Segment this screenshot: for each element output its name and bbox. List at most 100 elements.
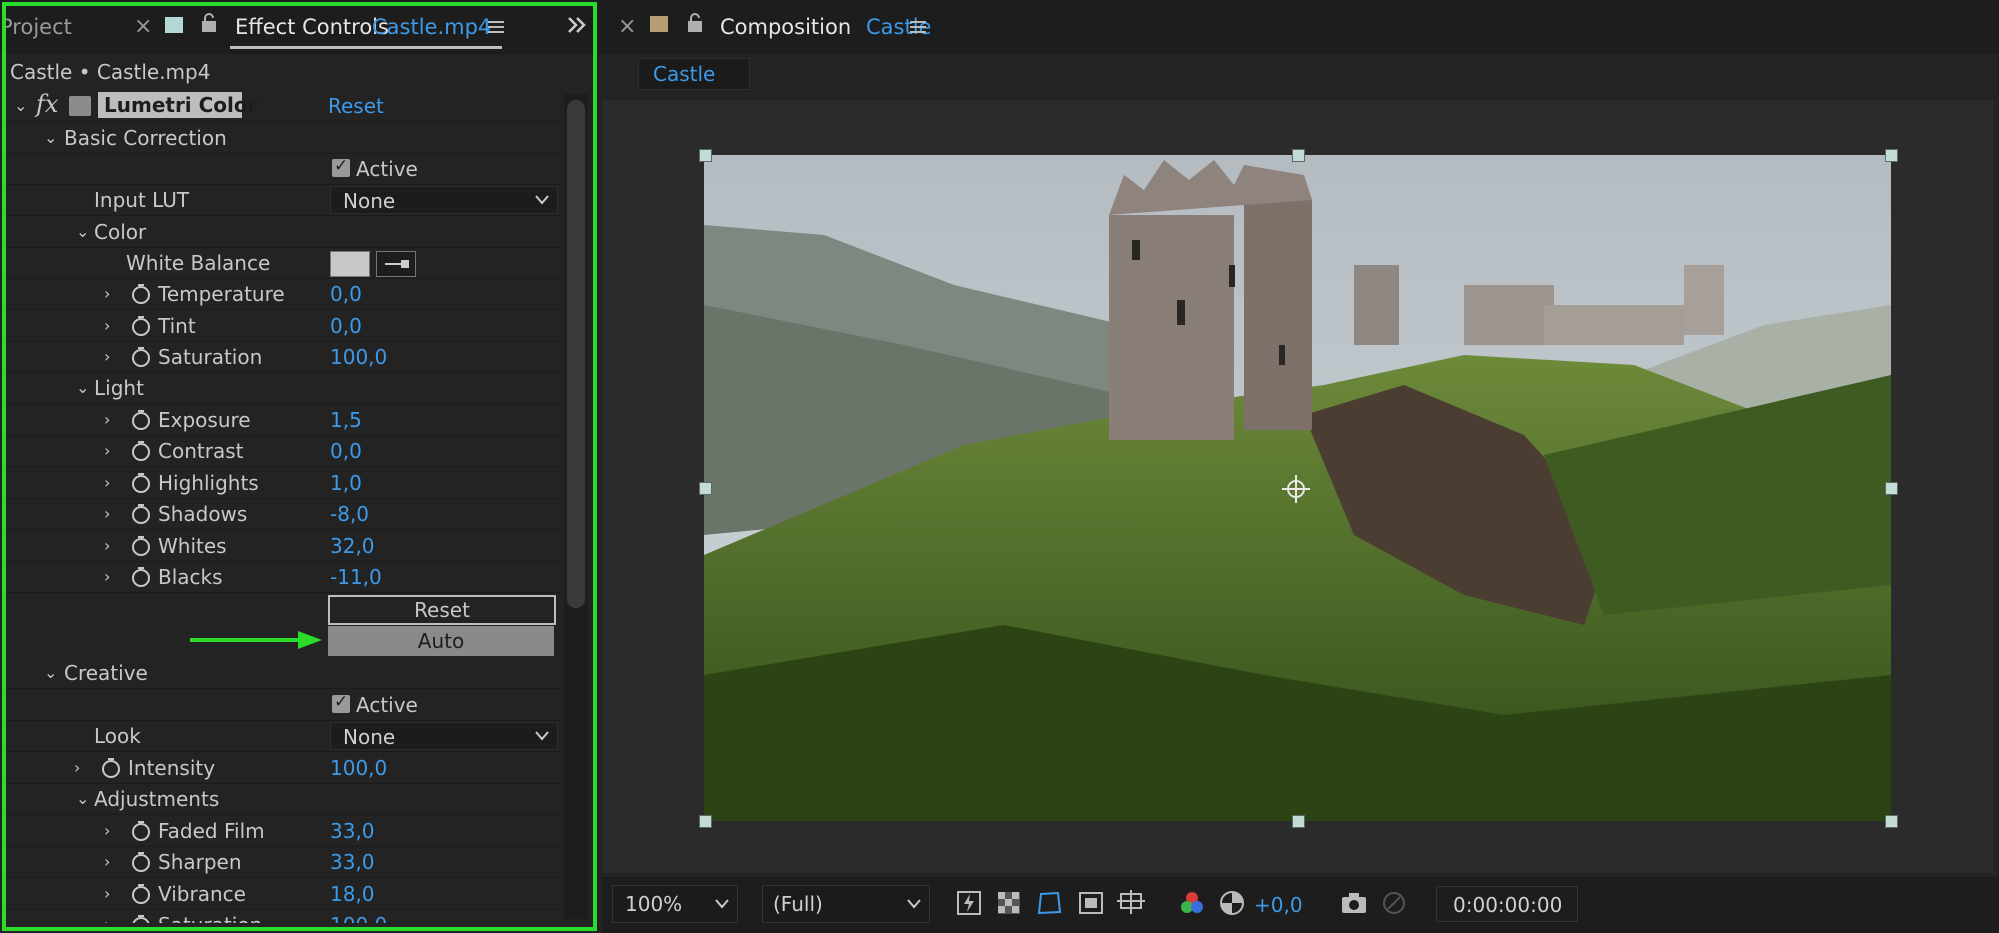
- param-value[interactable]: 100,0: [330, 913, 387, 923]
- stopwatch-icon[interactable]: [130, 914, 152, 923]
- chevron-right-icon[interactable]: ›: [104, 347, 122, 366]
- fx-icon[interactable]: fx: [36, 90, 58, 118]
- look-dropdown[interactable]: None: [330, 722, 558, 750]
- transparency-grid-icon[interactable]: [996, 890, 1022, 916]
- param-value[interactable]: 1,0: [330, 471, 362, 495]
- input-lut-dropdown[interactable]: None: [330, 186, 558, 214]
- creative-active-checkbox[interactable]: ✓: [332, 692, 350, 713]
- close-tab-icon[interactable]: ×: [618, 14, 636, 39]
- chevron-right-icon[interactable]: ›: [104, 504, 122, 523]
- chevron-right-icon[interactable]: ›: [104, 441, 122, 460]
- stopwatch-icon[interactable]: [130, 472, 152, 494]
- chevron-right-icon[interactable]: ›: [104, 884, 122, 903]
- stopwatch-icon[interactable]: [130, 566, 152, 588]
- param-value[interactable]: -11,0: [330, 565, 382, 589]
- effect-reset-link[interactable]: Reset: [328, 94, 384, 118]
- stopwatch-icon[interactable]: [130, 409, 152, 431]
- param-value[interactable]: 0,0: [330, 314, 362, 338]
- param-value[interactable]: 0,0: [330, 282, 362, 306]
- effect-name[interactable]: Lumetri Color: [104, 93, 258, 117]
- show-snapshot-icon[interactable]: [1380, 889, 1408, 917]
- param-value[interactable]: 1,5: [330, 408, 362, 432]
- stopwatch-icon[interactable]: [130, 535, 152, 557]
- param-value[interactable]: -8,0: [330, 502, 369, 526]
- exposure-value[interactable]: +0,0: [1254, 893, 1303, 917]
- color-group-row[interactable]: ⌄ Color: [6, 216, 562, 248]
- mask-visibility-icon[interactable]: [1036, 890, 1062, 916]
- light-group-row[interactable]: ⌄ Light: [6, 372, 562, 404]
- basic-correction-row[interactable]: ⌄ Basic Correction: [6, 122, 562, 154]
- param-value[interactable]: 33,0: [330, 850, 375, 874]
- param-value[interactable]: 18,0: [330, 882, 375, 906]
- transform-handle[interactable]: [699, 482, 712, 495]
- lock-icon[interactable]: [686, 12, 704, 34]
- param-value[interactable]: 100,0: [330, 756, 387, 780]
- transform-handle[interactable]: [1885, 482, 1898, 495]
- param-value[interactable]: 32,0: [330, 534, 375, 558]
- chevron-right-icon[interactable]: ›: [104, 852, 122, 871]
- anchor-point-icon[interactable]: [1280, 473, 1312, 505]
- stopwatch-icon[interactable]: [130, 440, 152, 462]
- tab-project[interactable]: Project: [0, 15, 72, 39]
- param-value[interactable]: 100,0: [330, 345, 387, 369]
- close-tab-icon[interactable]: ×: [134, 14, 152, 39]
- stopwatch-icon[interactable]: [100, 757, 122, 779]
- eyedropper-button[interactable]: [376, 251, 416, 277]
- transform-handle[interactable]: [1292, 815, 1305, 828]
- chevron-right-icon[interactable]: ›: [104, 821, 122, 840]
- chevron-down-icon[interactable]: ⌄: [76, 789, 94, 808]
- chevron-right-icon[interactable]: ›: [104, 915, 122, 923]
- chevron-down-icon[interactable]: ⌄: [76, 222, 94, 241]
- chevron-right-icon[interactable]: ›: [104, 473, 122, 492]
- param-value[interactable]: 33,0: [330, 819, 375, 843]
- tab-effect-file[interactable]: Castle.mp4: [372, 15, 491, 39]
- tab-effect-controls[interactable]: Effect Controls: [235, 15, 389, 39]
- double-chevron-right-icon[interactable]: [566, 16, 588, 34]
- transform-handle[interactable]: [1885, 149, 1898, 162]
- chevron-right-icon[interactable]: ›: [104, 316, 122, 335]
- transform-handle[interactable]: [699, 815, 712, 828]
- stopwatch-icon[interactable]: [130, 346, 152, 368]
- lock-icon[interactable]: [200, 12, 218, 34]
- light-reset-button[interactable]: Reset: [328, 595, 556, 625]
- creative-row[interactable]: ⌄ Creative: [6, 657, 562, 689]
- stopwatch-icon[interactable]: [130, 820, 152, 842]
- region-of-interest-icon[interactable]: [1078, 890, 1104, 916]
- hamburger-menu-icon[interactable]: [910, 19, 926, 35]
- stopwatch-icon[interactable]: [130, 883, 152, 905]
- tab-composition[interactable]: Composition: [720, 15, 851, 39]
- zoom-dropdown[interactable]: 100%: [612, 885, 738, 923]
- param-value[interactable]: 0,0: [330, 439, 362, 463]
- stopwatch-icon[interactable]: [130, 851, 152, 873]
- resolution-dropdown[interactable]: (Full): [762, 885, 930, 923]
- color-channels-icon[interactable]: [1178, 889, 1206, 917]
- stopwatch-icon[interactable]: [130, 503, 152, 525]
- input-lut-label: Input LUT: [94, 188, 190, 212]
- transform-handle[interactable]: [1885, 815, 1898, 828]
- stopwatch-icon[interactable]: [130, 283, 152, 305]
- chevron-down-icon[interactable]: ⌄: [14, 96, 32, 115]
- grid-guides-icon[interactable]: [1117, 888, 1145, 916]
- chevron-down-icon[interactable]: ⌄: [44, 128, 62, 147]
- chevron-right-icon[interactable]: ›: [104, 284, 122, 303]
- chevron-right-icon[interactable]: ›: [74, 758, 92, 777]
- adjustments-row[interactable]: ⌄ Adjustments: [6, 783, 562, 815]
- auto-button[interactable]: Auto: [328, 626, 554, 656]
- comp-sub-tab[interactable]: Castle: [638, 58, 750, 90]
- fast-preview-icon[interactable]: [956, 890, 982, 916]
- timecode-display[interactable]: 0:00:00:00: [1436, 886, 1578, 922]
- chevron-right-icon[interactable]: ›: [104, 536, 122, 555]
- white-balance-swatch[interactable]: [330, 251, 370, 277]
- chevron-right-icon[interactable]: ›: [104, 567, 122, 586]
- hamburger-menu-icon[interactable]: [488, 19, 504, 35]
- transform-handle[interactable]: [699, 149, 712, 162]
- scrollbar-thumb[interactable]: [567, 100, 585, 608]
- stopwatch-icon[interactable]: [130, 315, 152, 337]
- chevron-down-icon[interactable]: ⌄: [44, 663, 62, 682]
- transform-handle[interactable]: [1292, 149, 1305, 162]
- active-checkbox[interactable]: ✓: [332, 156, 350, 177]
- exposure-reset-icon[interactable]: [1218, 889, 1246, 917]
- chevron-right-icon[interactable]: ›: [104, 410, 122, 429]
- snapshot-camera-icon[interactable]: [1340, 891, 1368, 915]
- chevron-down-icon[interactable]: ⌄: [76, 378, 94, 397]
